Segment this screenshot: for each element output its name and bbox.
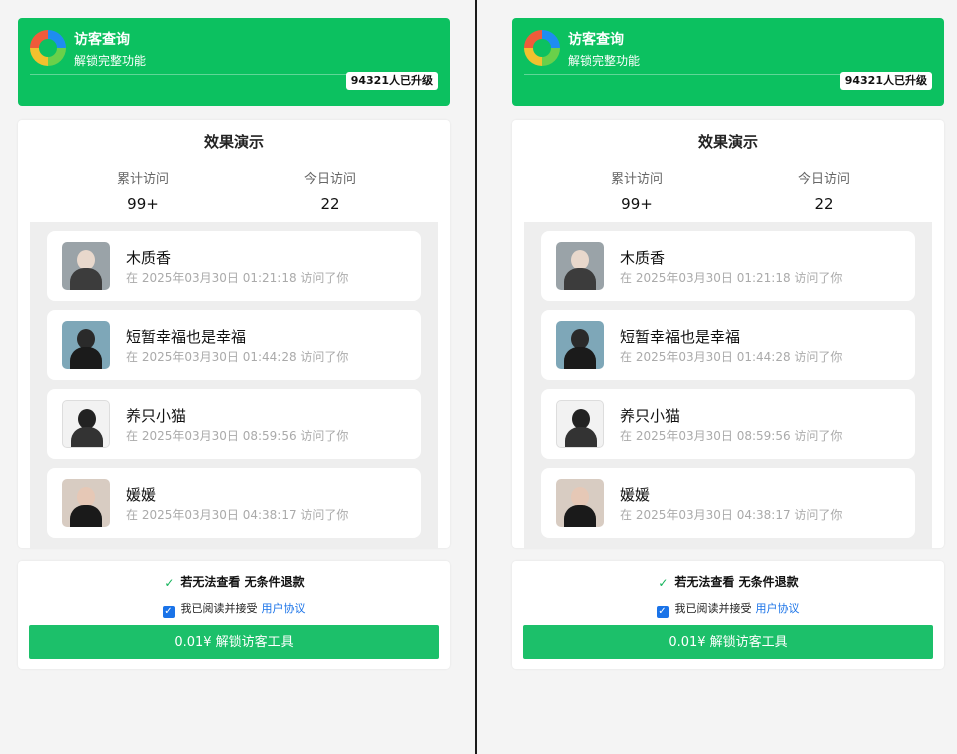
visitor-name: 木质香 [126,249,172,267]
visitor-avatar [556,479,604,527]
visitor-name: 短暂幸福也是幸福 [620,328,741,346]
user-agreement-link[interactable]: 用户协议 [756,602,800,615]
stat-today-label: 今日访问 [797,172,850,187]
visitor-avatar [556,242,604,290]
visitor-avatar [62,321,110,369]
visitor-item[interactable]: 养只小猫 在 2025年03月30日 08:59:56 访问了你 [47,389,421,459]
stat-total-value: 99+ [127,195,159,213]
visitor-time: 在 2025年03月30日 08:59:56 访问了你 [620,429,843,443]
header-card: 访客查询 解锁完整功能 94321人已升级 [512,18,944,106]
stats-row: 累计访问 99+ 今日访问 22 [524,168,930,218]
visitor-item[interactable]: 养只小猫 在 2025年03月30日 08:59:56 访问了你 [541,389,915,459]
stat-total-value: 99+ [621,195,653,213]
stat-total-label: 累计访问 [116,172,169,187]
stat-today-value: 22 [814,195,834,213]
header-title: 访客查询 [568,32,624,48]
refund-guarantee: ✓ 若无法查看 无条件退款 [512,573,944,590]
upgrade-count-badge: 94321人已升级 [839,72,932,90]
visitor-item[interactable]: 短暂幸福也是幸福 在 2025年03月30日 01:44:28 访问了你 [541,310,915,380]
user-agreement-link[interactable]: 用户协议 [262,602,306,615]
agree-text: 我已阅读并接受 [180,602,258,615]
stat-today-label: 今日访问 [303,172,356,187]
visitor-name: 短暂幸福也是幸福 [126,328,247,346]
visitor-name: 养只小猫 [620,407,681,425]
visitor-avatar [556,321,604,369]
header-title: 访客查询 [74,32,130,48]
visitor-avatar [556,400,604,448]
visitor-avatar [62,242,110,290]
left-screen: 访客查询 解锁完整功能 94321人已升级 效果演示 累计访问 99+ 今日访问… [0,0,475,754]
visitor-time: 在 2025年03月30日 01:21:18 访问了你 [126,271,349,285]
shield-check-icon: ✓ [658,576,669,590]
visitor-name: 养只小猫 [126,407,187,425]
visitor-list[interactable]: 木质香 在 2025年03月30日 01:21:18 访问了你 短暂幸福也是幸福… [524,222,932,548]
demo-card: 效果演示 累计访问 99+ 今日访问 22 木质香 在 2025年03月30日 … [18,120,450,548]
shield-check-icon: ✓ [164,576,175,590]
visitor-time: 在 2025年03月30日 04:38:17 访问了你 [620,508,843,522]
visitor-item[interactable]: 木质香 在 2025年03月30日 01:21:18 访问了你 [47,231,421,301]
stat-total-label: 累计访问 [610,172,663,187]
visitor-item[interactable]: 木质香 在 2025年03月30日 01:21:18 访问了你 [541,231,915,301]
visitor-time: 在 2025年03月30日 01:44:28 访问了你 [620,350,843,364]
stats-row: 累计访问 99+ 今日访问 22 [30,168,436,218]
screen-divider [475,0,477,754]
guarantee-text: 若无法查看 无条件退款 [180,575,305,589]
visitor-item[interactable]: 媛媛 在 2025年03月30日 04:38:17 访问了你 [541,468,915,538]
unlock-button[interactable]: 0.01¥ 解锁访客工具 [29,625,439,659]
agreement-row: ✓ 我已阅读并接受 用户协议 [512,600,944,618]
visitor-item[interactable]: 媛媛 在 2025年03月30日 04:38:17 访问了你 [47,468,421,538]
visitor-time: 在 2025年03月30日 04:38:17 访问了你 [126,508,349,522]
visitor-time: 在 2025年03月30日 01:44:28 访问了你 [126,350,349,364]
visitor-time: 在 2025年03月30日 08:59:56 访问了你 [126,429,349,443]
visitor-avatar [62,479,110,527]
unlock-button[interactable]: 0.01¥ 解锁访客工具 [523,625,933,659]
right-screen: 访客查询 解锁完整功能 94321人已升级 效果演示 累计访问 99+ 今日访问… [490,0,957,754]
header-subtitle: 解锁完整功能 [74,54,147,68]
stat-today: 今日访问 22 [235,168,425,213]
agree-checkbox[interactable]: ✓ [162,606,175,618]
upgrade-count-badge: 94321人已升级 [345,72,438,90]
guarantee-text: 若无法查看 无条件退款 [674,575,799,589]
demo-card: 效果演示 累计访问 99+ 今日访问 22 木质香 在 2025年03月30日 … [512,120,944,548]
visitor-item[interactable]: 短暂幸福也是幸福 在 2025年03月30日 01:44:28 访问了你 [47,310,421,380]
demo-title: 效果演示 [203,133,264,151]
header-subtitle: 解锁完整功能 [568,54,641,68]
visitor-time: 在 2025年03月30日 01:21:18 访问了你 [620,271,843,285]
header-card: 访客查询 解锁完整功能 94321人已升级 [18,18,450,106]
purchase-card: ✓ 若无法查看 无条件退款 ✓ 我已阅读并接受 用户协议 0.01¥ 解锁访客工具 [512,561,944,669]
visitor-name: 媛媛 [126,486,157,504]
stat-total: 累计访问 99+ [542,168,732,213]
app-logo-icon [524,30,560,66]
refund-guarantee: ✓ 若无法查看 无条件退款 [18,573,450,590]
visitor-name: 木质香 [620,249,666,267]
agreement-row: ✓ 我已阅读并接受 用户协议 [18,600,450,618]
demo-title: 效果演示 [697,133,758,151]
visitor-name: 媛媛 [620,486,651,504]
app-logo-icon [30,30,66,66]
purchase-card: ✓ 若无法查看 无条件退款 ✓ 我已阅读并接受 用户协议 0.01¥ 解锁访客工具 [18,561,450,669]
visitor-avatar [62,400,110,448]
stat-total: 累计访问 99+ [48,168,238,213]
agree-text: 我已阅读并接受 [674,602,752,615]
visitor-list[interactable]: 木质香 在 2025年03月30日 01:21:18 访问了你 短暂幸福也是幸福… [30,222,438,548]
stat-today-value: 22 [320,195,340,213]
stat-today: 今日访问 22 [729,168,919,213]
agree-checkbox[interactable]: ✓ [656,606,669,618]
